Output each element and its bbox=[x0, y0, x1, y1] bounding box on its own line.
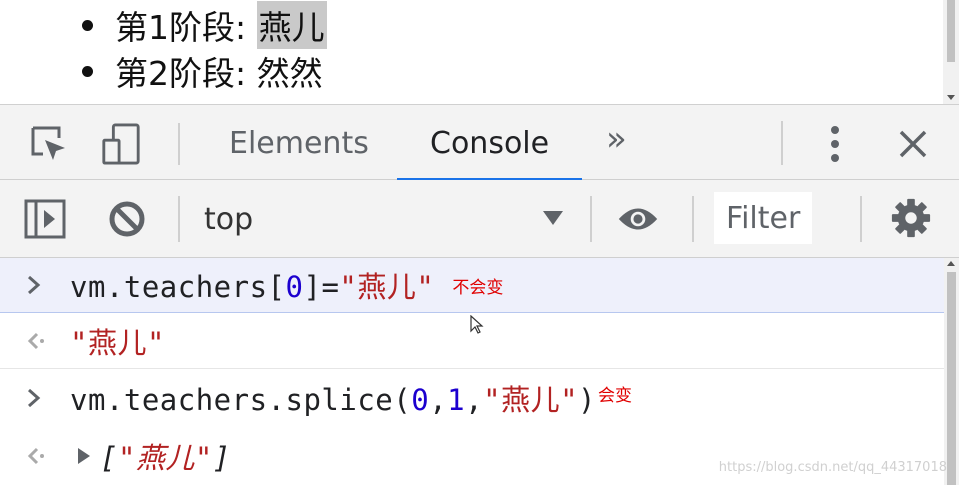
watermark: https://blog.csdn.net/qq_44317018 bbox=[718, 460, 947, 475]
code-string: "燕儿" bbox=[339, 270, 435, 304]
expand-triangle-icon[interactable] bbox=[76, 446, 92, 466]
row-divider bbox=[0, 312, 944, 313]
device-toolbar-icon[interactable] bbox=[100, 123, 142, 165]
divider bbox=[781, 121, 783, 165]
prompt-chevron-icon bbox=[28, 275, 41, 295]
divider bbox=[178, 123, 180, 165]
annotation-note: 会变 bbox=[598, 385, 632, 406]
close-icon[interactable] bbox=[892, 123, 934, 165]
devtools-tabbar: Elements Console » bbox=[0, 101, 959, 181]
divider bbox=[860, 196, 862, 242]
scroll-down-icon[interactable] bbox=[947, 95, 955, 100]
scroll-up-icon[interactable] bbox=[947, 261, 955, 266]
page-scrollbar-thumb[interactable] bbox=[947, 0, 955, 62]
row-divider bbox=[0, 368, 944, 369]
sidebar-toggle-icon[interactable] bbox=[24, 198, 66, 240]
inspect-element-icon[interactable] bbox=[28, 123, 70, 165]
list-item-prefix: 第2阶段: bbox=[115, 54, 257, 93]
result-arrow-icon bbox=[27, 447, 44, 465]
tab-console-label: Console bbox=[430, 125, 550, 161]
console-output: vm.teachers[0]="燕儿" 不会变 "燕儿" vm.teachers… bbox=[0, 258, 944, 485]
gear-icon[interactable] bbox=[890, 197, 932, 239]
console-code: vm.teachers.splice(0,1,"燕儿") bbox=[70, 377, 596, 419]
list-item-name: 燕儿 bbox=[256, 1, 327, 49]
console-scrollbar[interactable] bbox=[944, 258, 959, 485]
code-text: ]= bbox=[303, 270, 340, 304]
array-item: "燕儿" bbox=[117, 441, 213, 475]
code-number: 0 bbox=[411, 383, 430, 417]
divider bbox=[590, 196, 592, 242]
console-input-row[interactable]: vm.teachers[0]="燕儿" 不会变 bbox=[0, 258, 944, 312]
filter-placeholder: Filter bbox=[726, 200, 801, 236]
list-item-name: 然然 bbox=[256, 54, 323, 93]
console-scrollbar-thumb[interactable] bbox=[947, 272, 956, 485]
tab-elements[interactable]: Elements bbox=[229, 105, 369, 181]
page-scrollbar[interactable] bbox=[943, 0, 959, 104]
kebab-menu-icon[interactable] bbox=[814, 123, 856, 165]
code-text: , bbox=[465, 383, 484, 417]
bullet-icon bbox=[82, 65, 93, 77]
divider bbox=[178, 196, 180, 242]
context-selector-label: top bbox=[204, 201, 254, 237]
stage-list: 第1阶段: 燕儿 第2阶段: 然然 bbox=[82, 1, 327, 94]
code-number: 1 bbox=[447, 383, 466, 417]
array-bracket: ] bbox=[212, 441, 231, 475]
chevron-double-right-icon: » bbox=[606, 119, 627, 159]
result-arrow-icon bbox=[27, 332, 44, 350]
console-toolbar: top Filter bbox=[0, 180, 959, 258]
dropdown-arrow-icon[interactable] bbox=[543, 211, 563, 225]
console-code: vm.teachers[0]="燕儿" bbox=[70, 264, 434, 306]
prompt-chevron-icon bbox=[28, 388, 41, 408]
code-text: vm.teachers[ bbox=[70, 270, 286, 304]
filter-input[interactable]: Filter bbox=[714, 192, 812, 244]
code-text: ) bbox=[578, 383, 596, 417]
list-item: 第1阶段: 燕儿 bbox=[82, 1, 327, 49]
tab-console[interactable]: Console bbox=[397, 105, 582, 181]
clear-console-icon[interactable] bbox=[106, 198, 148, 240]
array-preview[interactable]: ["燕儿"] bbox=[100, 435, 231, 477]
console-result-row[interactable]: ["燕儿"] bbox=[0, 428, 944, 484]
more-tabs-button[interactable]: » bbox=[606, 101, 627, 177]
tab-elements-label: Elements bbox=[229, 125, 369, 161]
code-string: "燕儿" bbox=[483, 383, 579, 417]
context-selector[interactable]: top bbox=[204, 180, 253, 258]
code-text: vm.teachers.splice( bbox=[70, 383, 412, 417]
list-item-prefix: 第1阶段: bbox=[115, 8, 257, 47]
code-number: 0 bbox=[285, 270, 304, 304]
result-value: "燕儿" bbox=[70, 326, 165, 360]
code-text: , bbox=[429, 383, 448, 417]
eye-icon[interactable] bbox=[617, 198, 659, 240]
array-bracket: [ bbox=[100, 441, 118, 475]
mouse-cursor-icon bbox=[470, 315, 484, 334]
bullet-icon bbox=[82, 19, 93, 31]
console-input-row[interactable]: vm.teachers.splice(0,1,"燕儿") 会变 bbox=[0, 370, 944, 426]
divider bbox=[692, 196, 694, 242]
list-item: 第2阶段: 然然 bbox=[82, 48, 327, 94]
page-viewport: 第1阶段: 燕儿 第2阶段: 然然 bbox=[0, 0, 959, 104]
annotation-note: 不会变 bbox=[452, 277, 504, 298]
